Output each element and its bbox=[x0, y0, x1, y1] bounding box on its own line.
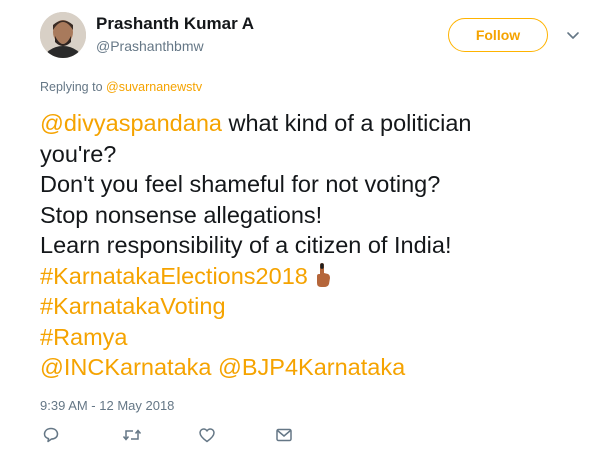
envelope-icon[interactable] bbox=[275, 426, 297, 448]
tweet-timestamp[interactable]: 9:39 AM - 12 May 2018 bbox=[40, 398, 174, 413]
tweet-line: #KarnatakaVoting bbox=[40, 291, 585, 322]
tweet-line: you're? bbox=[40, 140, 117, 167]
tweet-line: #KarnatakaElections2018 bbox=[40, 261, 585, 292]
heart-icon[interactable] bbox=[198, 426, 220, 448]
tweet-line: @divyaspandana what kind of a politician bbox=[40, 108, 585, 139]
tweet-line: Stop nonsense allegations! bbox=[40, 201, 323, 228]
hashtag-link[interactable]: #Ramya bbox=[40, 324, 128, 350]
reply-target-link[interactable]: @suvarnanewstv bbox=[106, 80, 202, 94]
avatar-photo bbox=[40, 12, 86, 58]
follow-button[interactable]: Follow bbox=[448, 18, 548, 52]
author-handle[interactable]: @Prashanthbmw bbox=[96, 38, 204, 54]
author-name[interactable]: Prashanth Kumar A bbox=[96, 14, 254, 34]
tweet-text: @divyaspandana what kind of a politician… bbox=[40, 108, 585, 383]
tweet-line: @INCKarnataka @BJP4Karnataka bbox=[40, 352, 585, 383]
inked-finger-emoji bbox=[314, 262, 332, 288]
tweet-line: Learn responsibility of a citizen of Ind… bbox=[40, 232, 452, 258]
hashtag-link[interactable]: #KarnatakaVoting bbox=[40, 293, 226, 319]
retweet-icon[interactable] bbox=[122, 426, 144, 448]
mention-link[interactable]: @INCKarnataka bbox=[40, 354, 211, 380]
replying-to: Replying to @suvarnanewstv bbox=[40, 80, 202, 94]
mention-link[interactable]: @BJP4Karnataka bbox=[218, 354, 405, 380]
replying-to-label: Replying to bbox=[40, 80, 107, 94]
tweet-line: #Ramya bbox=[40, 322, 585, 353]
mention-link[interactable]: @divyaspandana bbox=[40, 110, 222, 136]
reply-icon[interactable] bbox=[42, 426, 64, 448]
tweet-line: Don't you feel shameful for not voting? bbox=[40, 171, 441, 197]
tweet-text-segment: what kind of a politician bbox=[221, 110, 472, 136]
avatar[interactable] bbox=[40, 12, 86, 58]
chevron-down-icon[interactable] bbox=[566, 28, 580, 42]
hashtag-link[interactable]: #KarnatakaElections2018 bbox=[40, 263, 308, 289]
